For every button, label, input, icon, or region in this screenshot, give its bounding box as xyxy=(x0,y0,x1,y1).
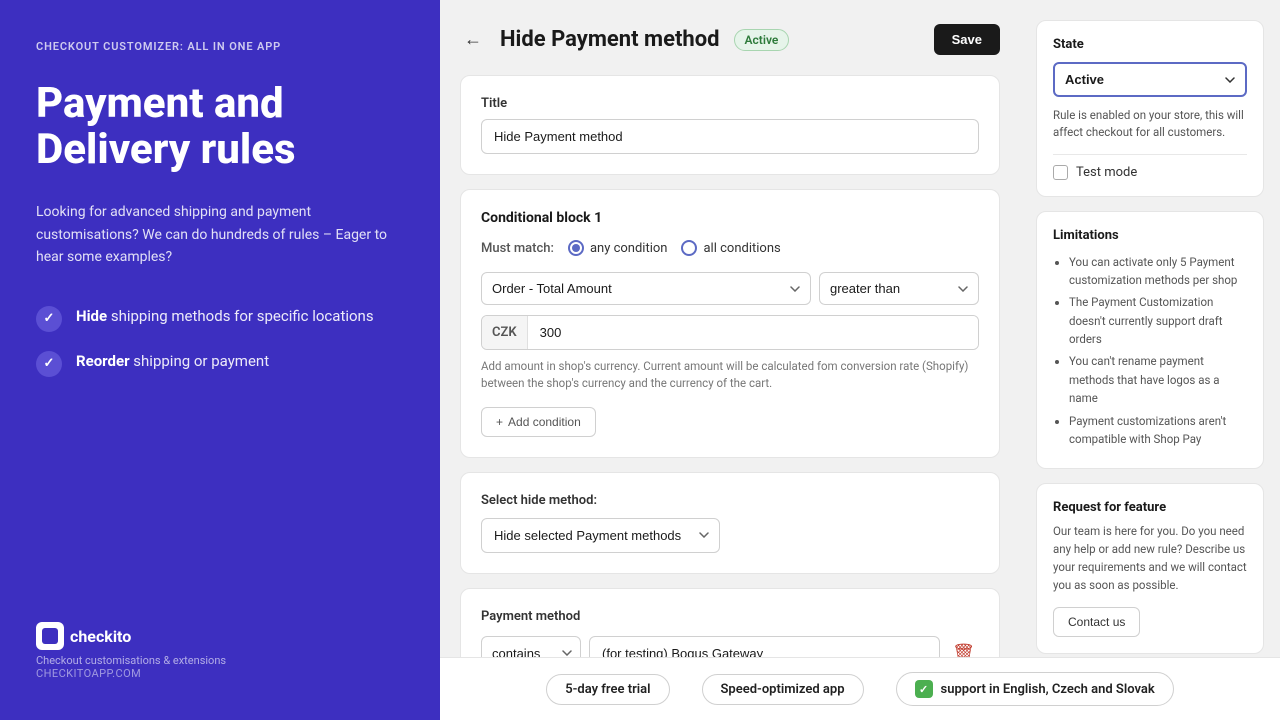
logo-icon-inner xyxy=(42,628,58,644)
title-input[interactable] xyxy=(481,119,979,154)
sidebar-description: Looking for advanced shipping and paymen… xyxy=(36,201,404,268)
radio-all-icon xyxy=(681,240,697,256)
plus-icon: + xyxy=(496,415,503,429)
sidebar-feature-hide: Hide shipping methods for specific locat… xyxy=(36,305,404,332)
hide-method-select[interactable]: Hide selected Payment methods Show selec… xyxy=(481,518,720,553)
amount-hint-text: Add amount in shop's currency. Current a… xyxy=(481,358,979,393)
hide-method-card: Select hide method: Hide selected Paymen… xyxy=(460,472,1000,574)
radio-any-condition[interactable]: any condition xyxy=(568,240,668,256)
must-match-label: Must match: xyxy=(481,241,554,256)
order-field-select[interactable]: Order - Total Amount xyxy=(481,272,811,305)
hide-method-label: Select hide method: xyxy=(481,493,979,508)
state-info: Rule is enabled on your store, this will… xyxy=(1053,107,1247,142)
save-button[interactable]: Save xyxy=(934,24,1000,55)
state-section: State Active Inactive Rule is enabled on… xyxy=(1036,20,1264,197)
active-badge: Active xyxy=(734,29,790,51)
state-label: State xyxy=(1053,37,1247,52)
support-badge: ✓ support in English, Czech and Slovak xyxy=(896,672,1174,706)
sidebar-top-label: Checkout Customizer: All in One App xyxy=(36,40,404,53)
check-icon-reorder xyxy=(36,351,62,377)
page-title: Hide Payment method xyxy=(500,27,720,52)
feature-hide-rest: shipping methods for specific locations xyxy=(107,307,373,325)
divider xyxy=(1053,154,1247,155)
limitations-section: Limitations You can activate only 5 Paym… xyxy=(1036,211,1264,470)
request-title: Request for feature xyxy=(1053,500,1247,515)
page-header: ← Hide Payment method Active Save xyxy=(460,24,1000,55)
back-button[interactable]: ← xyxy=(460,25,486,54)
request-section: Request for feature Our team is here for… xyxy=(1036,483,1264,653)
logo-icon xyxy=(36,622,64,650)
logo-text: checkito xyxy=(70,627,131,646)
payment-method-section-title: Payment method xyxy=(481,609,979,624)
radio-any-label: any condition xyxy=(590,241,668,256)
logo: checkito xyxy=(36,622,404,650)
feature-reorder-rest: shipping or payment xyxy=(130,352,270,370)
limitations-title: Limitations xyxy=(1053,228,1247,243)
amount-input-row: CZK xyxy=(481,315,979,350)
speed-badge: Speed-optimized app xyxy=(702,674,864,705)
limitation-item-1: You can activate only 5 Payment customiz… xyxy=(1069,253,1247,290)
contact-us-button[interactable]: Contact us xyxy=(1053,607,1140,637)
sidebar-url: CHECKITOAPP.COM xyxy=(36,667,404,680)
title-field-label: Title xyxy=(481,96,979,111)
content-inner: ← Hide Payment method Active Save Title … xyxy=(440,0,1280,720)
test-mode-row: Test mode xyxy=(1053,165,1247,180)
support-check-icon: ✓ xyxy=(915,680,933,698)
amount-input[interactable] xyxy=(528,316,978,349)
trial-badge: 5-day free trial xyxy=(546,674,669,705)
back-arrow-icon: ← xyxy=(464,29,482,50)
sidebar-feature-hide-text: Hide shipping methods for specific locat… xyxy=(76,305,374,328)
radio-all-label: all conditions xyxy=(703,241,780,256)
add-condition-button[interactable]: + Add condition xyxy=(481,407,596,437)
limitation-item-2: The Payment Customization doesn't curren… xyxy=(1069,293,1247,348)
conditional-block-title: Conditional block 1 xyxy=(481,210,979,226)
request-description: Our team is here for you. Do you need an… xyxy=(1053,523,1247,594)
sidebar-feature-reorder-text: Reorder shipping or payment xyxy=(76,350,269,373)
conditional-block-card: Conditional block 1 Must match: any cond… xyxy=(460,189,1000,458)
limitations-list: You can activate only 5 Payment customiz… xyxy=(1053,253,1247,449)
support-label: support in English, Czech and Slovak xyxy=(941,682,1155,697)
test-mode-label: Test mode xyxy=(1076,165,1137,180)
limitation-item-3: You can't rename payment methods that ha… xyxy=(1069,352,1247,407)
feature-reorder-bold: Reorder xyxy=(76,352,130,370)
must-match-row: Must match: any condition all conditions xyxy=(481,240,979,256)
limitation-item-4: Payment customizations aren't compatible… xyxy=(1069,412,1247,449)
main-area: ← Hide Payment method Active Save Title … xyxy=(440,0,1280,720)
bottom-bar: 5-day free trial Speed-optimized app ✓ s… xyxy=(440,657,1280,720)
payment-method-card: Payment method contains 🗑 + + Add Paymen… xyxy=(460,588,1000,661)
content-wrapper: ← Hide Payment method Active Save Title … xyxy=(440,0,1280,720)
feature-hide-bold: Hide xyxy=(76,307,107,325)
check-icon-hide xyxy=(36,306,62,332)
state-select[interactable]: Active Inactive xyxy=(1053,62,1247,97)
add-condition-label: Add condition xyxy=(508,415,581,429)
right-panel: State Active Inactive Rule is enabled on… xyxy=(1020,0,1280,660)
condition-row: Order - Total Amount greater than xyxy=(481,272,979,305)
center-content: ← Hide Payment method Active Save Title … xyxy=(440,0,1020,660)
sidebar-footer-sub: Checkout customisations & extensions xyxy=(36,654,404,667)
radio-any-icon xyxy=(568,240,584,256)
test-mode-checkbox[interactable] xyxy=(1053,165,1068,180)
sidebar-title: Payment and Delivery rules xyxy=(36,81,404,173)
amount-prefix-container: CZK xyxy=(481,315,979,350)
sidebar-feature-reorder: Reorder shipping or payment xyxy=(36,350,404,377)
operator-select[interactable]: greater than xyxy=(819,272,979,305)
sidebar: Checkout Customizer: All in One App Paym… xyxy=(0,0,440,720)
title-card: Title xyxy=(460,75,1000,175)
currency-label: CZK xyxy=(482,316,528,349)
radio-all-conditions[interactable]: all conditions xyxy=(681,240,780,256)
